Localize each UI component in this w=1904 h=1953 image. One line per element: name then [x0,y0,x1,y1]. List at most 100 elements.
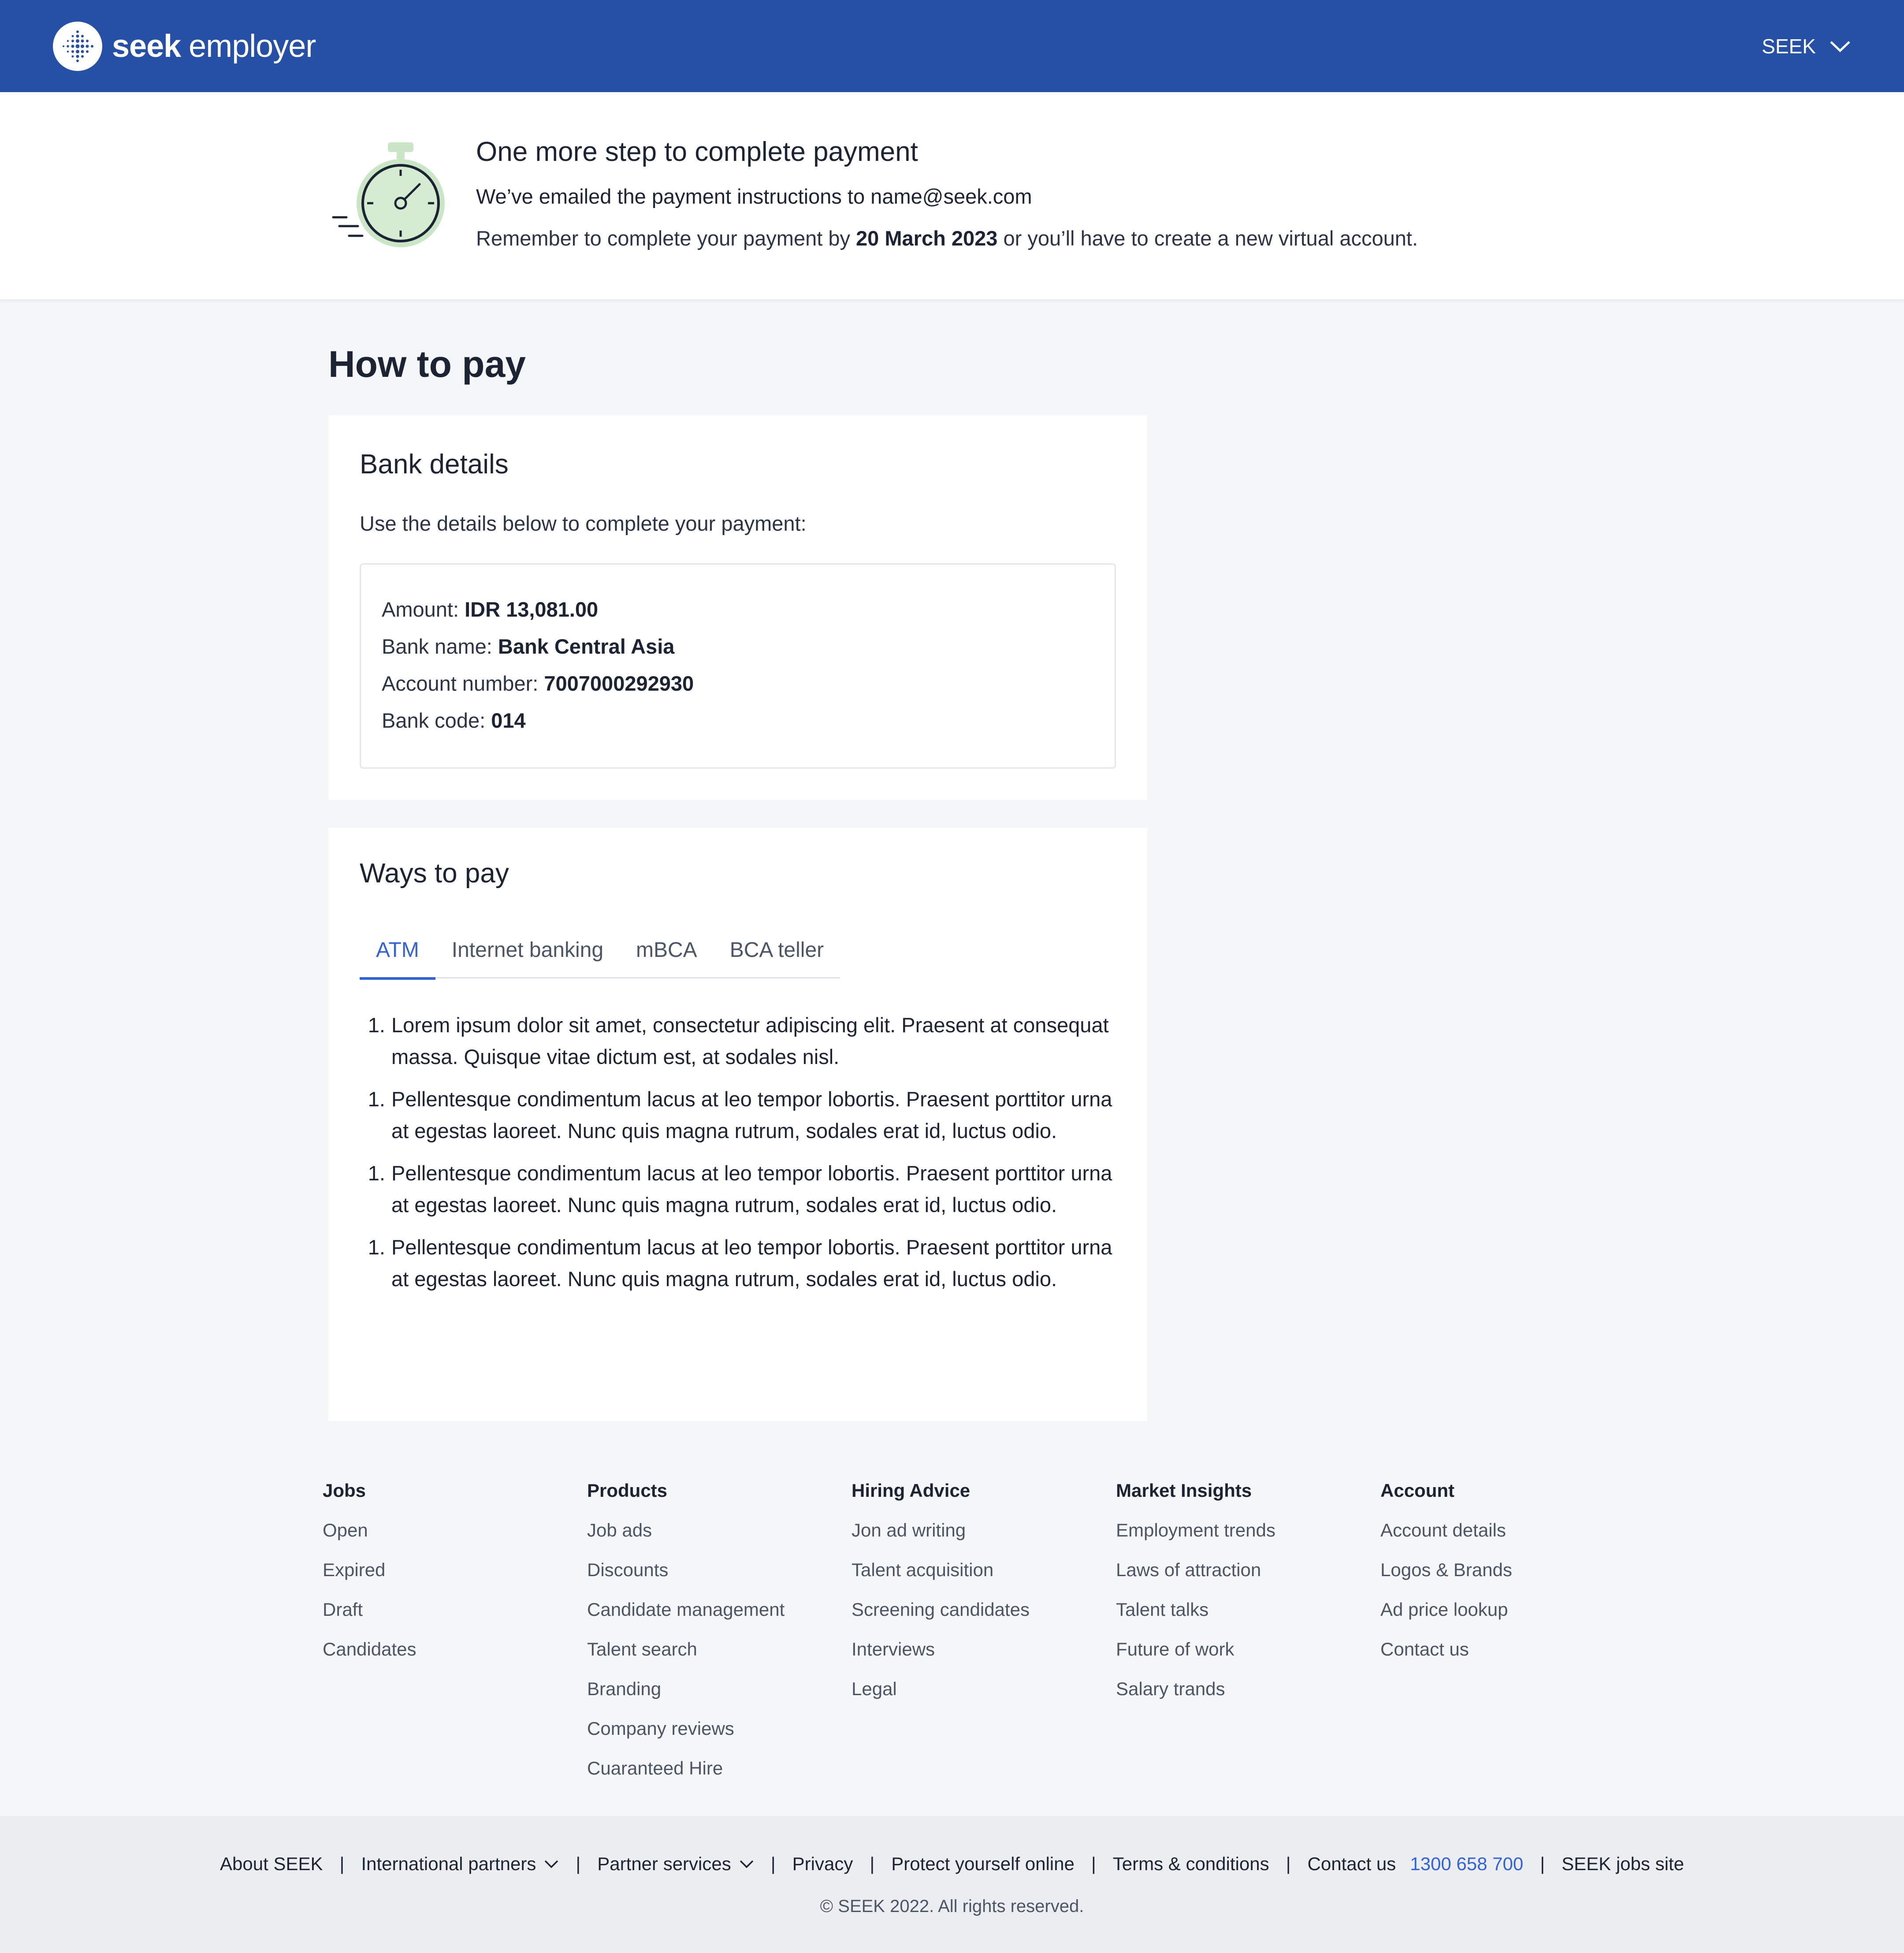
account-menu-button[interactable]: SEEK [1762,34,1851,58]
payment-steps-list: 1. Lorem ipsum dolor sit amet, consectetu… [360,1009,1118,1306]
footer-column-account: Account Account details Logos & Brands A… [1380,1480,1512,1678]
banner-title: One more step to complete payment [476,137,918,167]
footer-heading: Hiring Advice [852,1480,971,1501]
separator: | [339,1853,345,1874]
footer-link-talent-acquisition[interactable]: Talent acquisition [852,1559,1030,1599]
separator: | [576,1853,581,1874]
bank-code-value: 014 [491,709,526,732]
step-text: Pellentesque condimentum lacus at leo te… [391,1235,1112,1291]
account-number-row: Account number: 7007000292930 [382,671,1115,708]
account-number-label: Account number: [382,672,544,695]
footer-link-talent-talks[interactable]: Talent talks [1116,1599,1276,1639]
partner-services-label: Partner services [597,1853,731,1874]
bank-name-value: Bank Central Asia [498,635,675,658]
footer-link-candidates[interactable]: Candidates [323,1639,416,1678]
account-number-value: 7007000292930 [544,672,694,695]
separator: | [770,1853,776,1874]
about-seek-link[interactable]: About SEEK [220,1853,323,1875]
tab-mbca[interactable]: mBCA [620,937,714,978]
footer-link-interviews[interactable]: Interviews [852,1639,1030,1678]
footer-link-discounts[interactable]: Discounts [587,1559,785,1599]
footer-link-talent-search[interactable]: Talent search [587,1639,785,1678]
seek-employer-logo[interactable]: seek employer [53,21,316,71]
footer-column-products: Products Job ads Discounts Candidate man… [587,1480,785,1797]
top-navigation-bar: seek employer SEEK [0,0,1904,92]
footer-link-company-reviews[interactable]: Company reviews [587,1718,785,1758]
brand-bold-text: seek [112,28,181,64]
chevron-down-icon [545,1860,558,1868]
step-number: 1. [368,1087,385,1111]
phone-link[interactable]: 1300 658 700 [1410,1853,1523,1875]
account-menu-label: SEEK [1762,34,1816,58]
privacy-link[interactable]: Privacy [792,1853,853,1875]
footer-link-job-ads[interactable]: Job ads [587,1520,785,1559]
footer-link-screening-candidates[interactable]: Screening candidates [852,1599,1030,1639]
footer-link-candidate-management[interactable]: Candidate management [587,1599,785,1639]
footer-link-guaranteed-hire[interactable]: Cuaranteed Hire [587,1758,785,1797]
bank-code-row: Bank code: 014 [382,708,1115,745]
international-partners-dropdown[interactable]: International partners [361,1853,559,1875]
international-partners-label: International partners [361,1853,536,1874]
amount-row: Amount: IDR 13,081.00 [382,597,1115,634]
stopwatch-icon [332,142,445,247]
footer-links: Jobs Open Expired Draft Candidates Produ… [0,1448,1904,1816]
footer-link-draft[interactable]: Draft [323,1599,416,1639]
seek-jobs-site-link[interactable]: SEEK jobs site [1562,1853,1684,1875]
bank-details-box: Amount: IDR 13,081.00 Bank name: Bank Ce… [360,563,1116,769]
payment-pending-banner: One more step to complete payment We’ve … [0,92,1904,299]
brand-wordmark: seek employer [112,28,316,64]
footer-link-ad-price-lookup[interactable]: Ad price lookup [1380,1599,1512,1639]
separator: | [1540,1853,1545,1874]
seek-logo-icon [53,21,102,71]
step-text: Pellentesque condimentum lacus at leo te… [391,1087,1112,1142]
list-item: 1. Pellentesque condimentum lacus at leo … [360,1157,1118,1221]
footer-link-branding[interactable]: Branding [587,1678,785,1718]
amount-label: Amount: [382,598,465,621]
reminder-prefix: Remember to complete your payment by [476,227,856,250]
tab-atm[interactable]: ATM [360,937,435,980]
separator: | [1286,1853,1291,1874]
footer-heading: Market Insights [1116,1480,1252,1501]
partner-services-dropdown[interactable]: Partner services [597,1853,754,1875]
footer-link-future-of-work[interactable]: Future of work [1116,1639,1276,1678]
step-number: 1. [368,1235,385,1259]
tab-internet-banking[interactable]: Internet banking [435,937,620,978]
step-number: 1. [368,1161,385,1185]
banner-email-line: We’ve emailed the payment instructions t… [476,185,1032,208]
footer-heading: Jobs [323,1480,366,1501]
tab-bca-teller[interactable]: BCA teller [714,937,840,978]
copyright-text: © SEEK 2022. All rights reserved. [820,1897,1084,1916]
bottom-bar: About SEEK | International partners | Pa… [0,1816,1904,1953]
contact-us-label: Contact us [1307,1853,1396,1874]
footer-link-legal[interactable]: Legal [852,1678,1030,1718]
footer-column-market-insights: Market Insights Employment trends Laws o… [1116,1480,1276,1718]
step-text: Lorem ipsum dolor sit amet, consectetur … [391,1013,1109,1068]
page-title: How to pay [328,343,526,385]
chevron-down-icon [740,1860,753,1868]
footer-link-logos-brands[interactable]: Logos & Brands [1380,1559,1512,1599]
bank-name-label: Bank name: [382,635,498,658]
footer-heading: Products [587,1480,668,1501]
footer-link-salary-trends[interactable]: Salary trands [1116,1678,1276,1718]
protect-yourself-link[interactable]: Protect yourself online [891,1853,1075,1875]
bottom-links: About SEEK | International partners | Pa… [0,1853,1904,1875]
footer-link-expired[interactable]: Expired [323,1559,416,1599]
bank-details-card: Bank details Use the details below to co… [328,415,1147,800]
banner-reminder: Remember to complete your payment by 20 … [476,226,1418,250]
footer-link-account-details[interactable]: Account details [1380,1520,1512,1559]
bank-details-title: Bank details [360,449,509,480]
bank-name-row: Bank name: Bank Central Asia [382,634,1115,671]
terms-link[interactable]: Terms & conditions [1113,1853,1269,1875]
list-item: 1. Pellentesque condimentum lacus at leo … [360,1083,1118,1147]
footer-column-jobs: Jobs Open Expired Draft Candidates [323,1480,416,1678]
footer-link-employment-trends[interactable]: Employment trends [1116,1520,1276,1559]
amount-value: IDR 13,081.00 [465,598,599,621]
reminder-suffix: or you’ll have to create a new virtual a… [997,227,1418,250]
footer-link-contact-us[interactable]: Contact us [1380,1639,1512,1678]
footer-link-job-ad-writing[interactable]: Jon ad writing [852,1520,1030,1559]
footer-link-open[interactable]: Open [323,1520,416,1559]
separator: | [870,1853,875,1874]
list-item: 1. Pellentesque condimentum lacus at leo … [360,1231,1118,1295]
footer-link-laws-of-attraction[interactable]: Laws of attraction [1116,1559,1276,1599]
brand-light-text: employer [189,28,316,64]
